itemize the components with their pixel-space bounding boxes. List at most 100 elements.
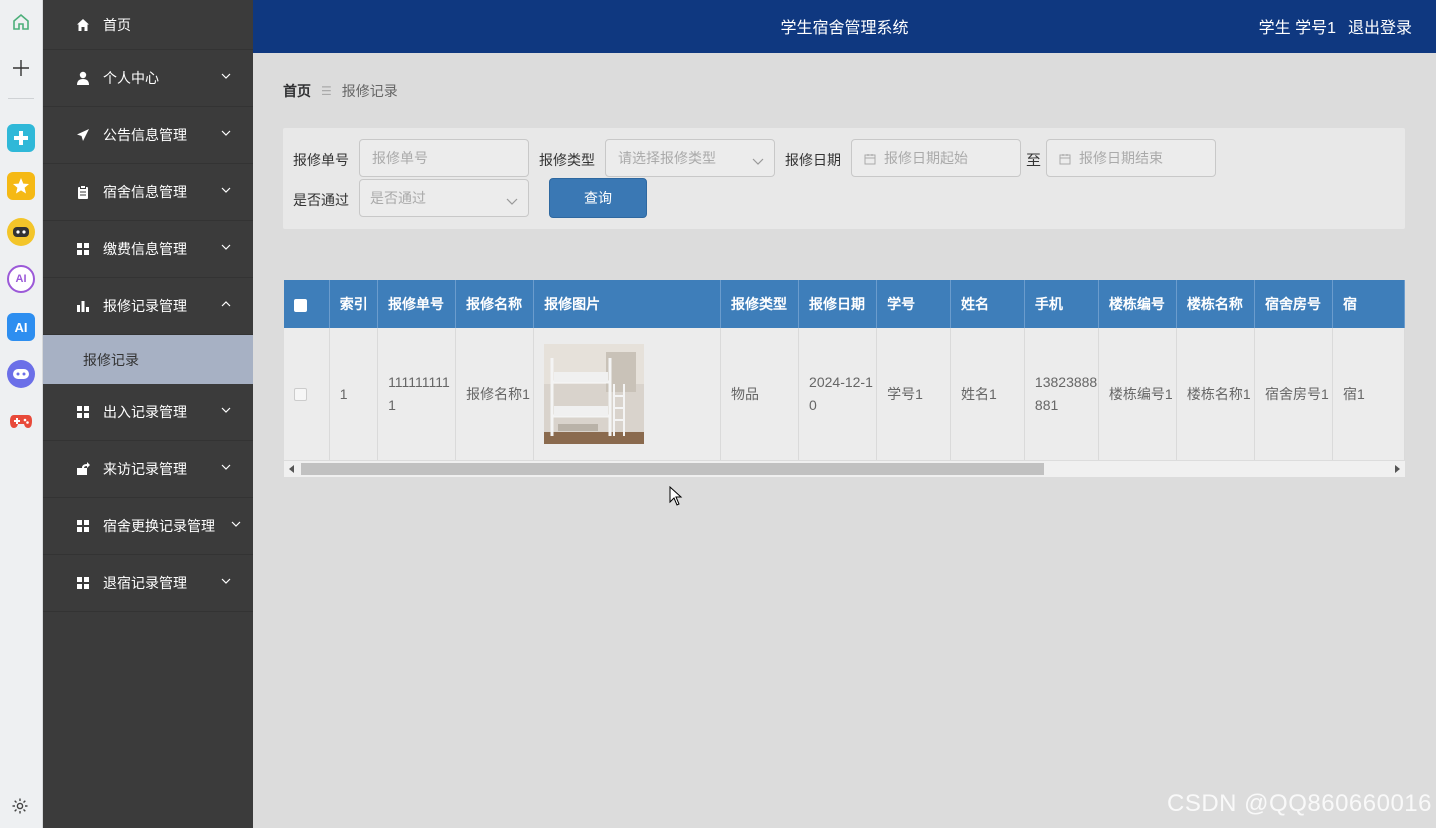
table-horizontal-scrollbar[interactable] [284, 461, 1405, 477]
sidebar-item-payment[interactable]: 缴费信息管理 [43, 221, 253, 278]
sidebar-item-label: 宿舍信息管理 [103, 184, 187, 200]
repair-name-cell: 报修名称1 [455, 328, 535, 460]
sidebar-menu: 首页 个人中心 公告信息管理 宿舍信息管理 缴费信息管理 报修记录管理 报修记录… [43, 0, 253, 828]
search-panel: 报修单号 报修单号 报修类型 请选择报修类型 报修日期 报修日期起始 至 报修日… [283, 128, 1405, 229]
date-end-input[interactable]: 报修日期结束 [1046, 139, 1216, 177]
order-no-input[interactable]: 报修单号 [359, 139, 529, 177]
star-icon[interactable] [7, 172, 35, 200]
home-icon [75, 17, 91, 33]
chevron-down-icon [221, 242, 231, 252]
row-checkbox[interactable] [294, 388, 307, 402]
top-header: 学生宿舍管理系统 学生 学号1 退出登录 [253, 0, 1436, 53]
sidebar-item-label: 个人中心 [103, 70, 159, 86]
sidebar-subitem-repair-record[interactable]: 报修记录 [43, 335, 253, 384]
breadcrumb: 首页 ☰ 报修记录 [283, 81, 398, 101]
column-header[interactable]: 报修图片 [533, 280, 721, 328]
breadcrumb-current: 报修记录 [341, 83, 398, 99]
share-icon [75, 461, 91, 477]
sidebar-item-personal-center[interactable]: 个人中心 [43, 50, 253, 107]
sidebar-item-notice[interactable]: 公告信息管理 [43, 107, 253, 164]
breadcrumb-separator-icon: ☰ [321, 84, 332, 98]
query-button[interactable]: 查询 [549, 178, 647, 218]
repair-type-select[interactable]: 请选择报修类型 [605, 139, 775, 177]
bar-chart-icon [75, 298, 91, 314]
sidebar-item-label: 宿舍更换记录管理 [103, 518, 215, 534]
column-header[interactable]: 宿 [1332, 280, 1405, 328]
user-icon [75, 70, 91, 86]
logout-link[interactable]: 退出登录 [1348, 14, 1412, 38]
truncated-cell: 宿1 [1332, 328, 1405, 460]
column-header[interactable]: 宿舍房号 [1254, 280, 1334, 328]
sidebar-item-access[interactable]: 出入记录管理 [43, 384, 253, 441]
passed-select[interactable]: 是否通过 [359, 179, 529, 217]
plus-icon[interactable] [7, 54, 35, 82]
gamepad-icon[interactable] [7, 407, 35, 435]
passed-placeholder: 是否通过 [370, 190, 426, 206]
select-all-checkbox[interactable] [294, 298, 307, 312]
robot-icon[interactable] [7, 218, 35, 246]
app-cross-icon[interactable] [7, 124, 35, 152]
sidebar-item-home[interactable]: 首页 [43, 0, 253, 50]
sidebar-subitem-label: 报修记录 [83, 351, 139, 368]
ai-circle-icon[interactable]: AI [7, 265, 35, 293]
repair-date-cell: 2024-12-10 [798, 328, 878, 460]
order-no-cell: 1111111111 [377, 328, 457, 460]
chevron-up-icon [221, 299, 231, 309]
clipboard-icon [75, 184, 91, 200]
repair-type-placeholder: 请选择报修类型 [618, 150, 716, 166]
browser-side-rail: AI AI [0, 0, 43, 828]
date-end-placeholder: 报修日期结束 [1079, 150, 1163, 166]
column-header[interactable]: 楼栋编号 [1098, 280, 1177, 328]
order-no-label: 报修单号 [293, 152, 349, 168]
scroll-right-arrow-icon[interactable] [1395, 465, 1400, 473]
phone-cell: 13823888881 [1024, 328, 1099, 460]
grid-icon [75, 575, 91, 591]
calendar-icon [1059, 152, 1071, 165]
column-header[interactable]: 楼栋名称 [1176, 280, 1255, 328]
column-header[interactable]: 报修单号 [377, 280, 457, 328]
bot-face-icon[interactable] [7, 360, 35, 388]
column-header[interactable]: 报修名称 [455, 280, 535, 328]
sidebar-item-label: 退宿记录管理 [103, 575, 187, 591]
column-header[interactable]: 手机 [1024, 280, 1099, 328]
sidebar-item-label: 报修记录管理 [103, 298, 187, 314]
sidebar-item-label: 缴费信息管理 [103, 241, 187, 257]
index-cell: 1 [329, 328, 379, 460]
breadcrumb-home[interactable]: 首页 [283, 81, 311, 101]
building-no-cell: 楼栋编号1 [1098, 328, 1177, 460]
scrollbar-thumb[interactable] [301, 463, 1044, 475]
home-icon[interactable] [7, 8, 35, 36]
ai-square-icon[interactable]: AI [7, 313, 35, 341]
sidebar-item-dorm[interactable]: 宿舍信息管理 [43, 164, 253, 221]
calendar-icon [864, 152, 876, 165]
room-no-cell: 宿舍房号1 [1254, 328, 1334, 460]
watermark: CSDN @QQ860660016 [1167, 790, 1432, 817]
sidebar-item-visitor[interactable]: 来访记录管理 [43, 441, 253, 498]
user-info: 学生 学号1 [1259, 14, 1336, 38]
student-name-cell: 姓名1 [950, 328, 1025, 460]
repair-image-cell [533, 328, 721, 460]
row-select-cell [284, 328, 330, 460]
chevron-down-icon [221, 128, 231, 138]
scroll-left-arrow-icon[interactable] [289, 465, 294, 473]
sidebar-item-dorm-change[interactable]: 宿舍更换记录管理 [43, 498, 253, 555]
order-no-placeholder: 报修单号 [372, 150, 428, 166]
sidebar-item-checkout[interactable]: 退宿记录管理 [43, 555, 253, 612]
sidebar-item-repair[interactable]: 报修记录管理 [43, 278, 253, 335]
column-header[interactable]: 报修日期 [798, 280, 878, 328]
grid-icon [75, 518, 91, 534]
passed-label: 是否通过 [293, 192, 349, 208]
date-range-separator: 至 [1026, 152, 1042, 169]
grid-icon [75, 404, 91, 420]
date-start-input[interactable]: 报修日期起始 [851, 139, 1021, 177]
column-header[interactable]: 索引 [329, 280, 379, 328]
settings-gear-icon[interactable] [11, 797, 29, 820]
chevron-down-icon [221, 405, 231, 415]
column-header[interactable]: 姓名 [950, 280, 1025, 328]
chevron-down-icon [221, 462, 231, 472]
column-header[interactable]: 学号 [876, 280, 952, 328]
chevron-down-icon [506, 193, 518, 209]
mouse-cursor-icon [669, 485, 683, 511]
table-row[interactable]: 1 1111111111 报修名称1 物品 2024-12-10 学号1 姓名1… [284, 328, 1405, 460]
column-header[interactable]: 报修类型 [720, 280, 800, 328]
